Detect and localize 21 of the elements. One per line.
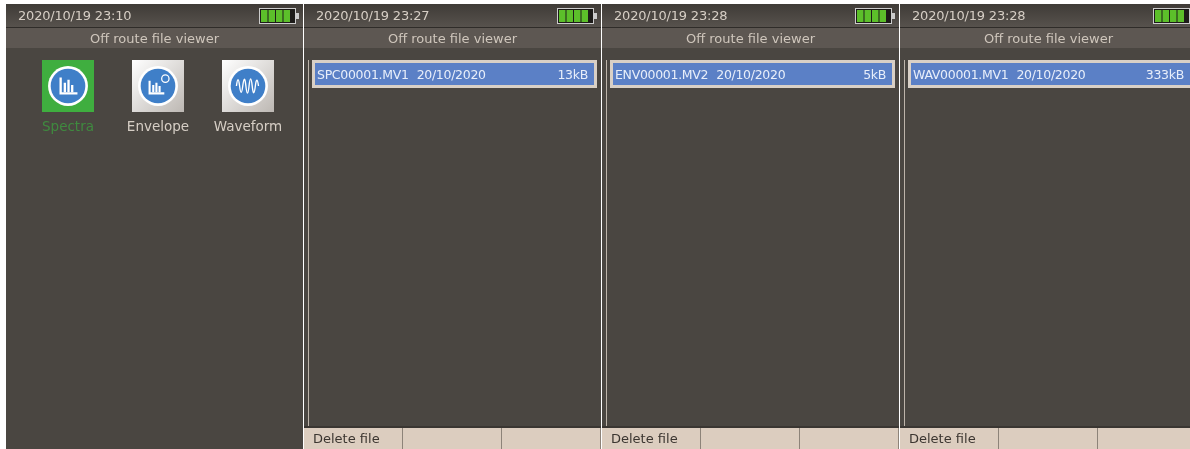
menu-label: Envelope — [126, 118, 190, 134]
battery-icon — [1153, 7, 1190, 24]
date-time: 2020/10/19 23:28 — [912, 8, 1026, 23]
menu-label: Spectra — [42, 118, 94, 134]
date-time: 2020/10/19 23:28 — [614, 8, 728, 23]
waveform-icon — [227, 65, 269, 107]
envelope-icon — [137, 65, 179, 107]
menu-tile[interactable] — [42, 60, 94, 112]
menu-tile[interactable] — [222, 60, 274, 112]
date-time: 2020/10/19 23:27 — [316, 8, 430, 23]
screen-title: Off route file viewer — [6, 28, 303, 48]
battery-icon — [259, 7, 299, 24]
battery-icon — [855, 7, 895, 24]
date-time: 2020/10/19 23:10 — [18, 8, 132, 23]
screen-title: Off route file viewer — [900, 28, 1190, 48]
screen-title: Off route file viewer — [602, 28, 899, 48]
menu-label: Waveform — [213, 118, 283, 134]
spectra-icon — [47, 65, 89, 107]
menu-tile[interactable] — [132, 60, 184, 112]
battery-icon — [557, 7, 597, 24]
screen-title: Off route file viewer — [304, 28, 601, 48]
